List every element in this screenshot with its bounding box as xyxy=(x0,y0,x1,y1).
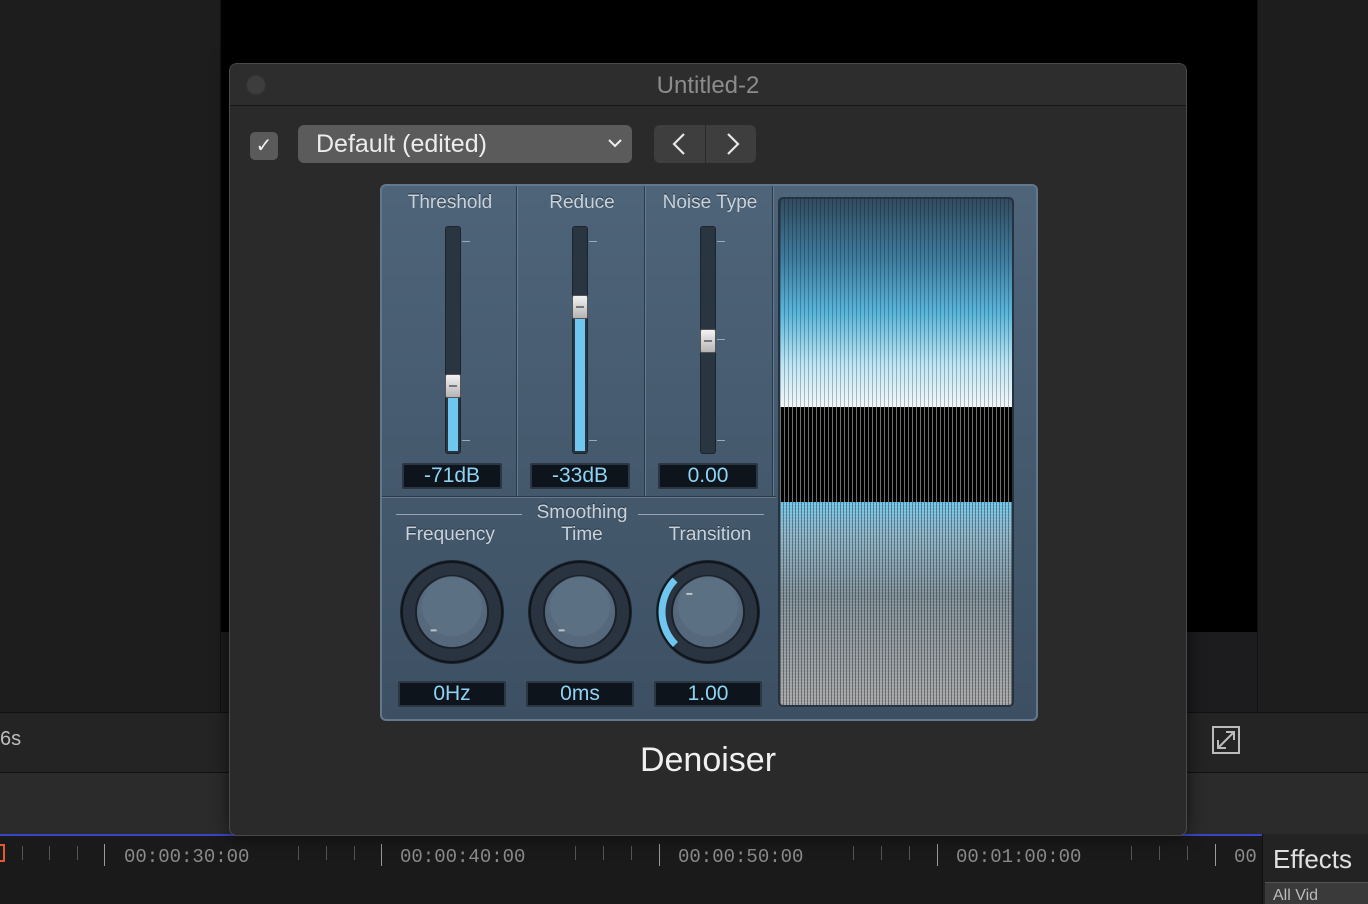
ruler-label: 00 xyxy=(1234,846,1257,868)
noise-type-label: Noise Type xyxy=(662,192,758,213)
noise-spectrum-display xyxy=(778,197,1014,707)
effects-title: Effects xyxy=(1273,844,1353,874)
chevron-down-icon xyxy=(608,139,622,148)
noise-type-slider[interactable] xyxy=(700,226,716,454)
time-label: Time xyxy=(561,524,603,545)
browser-pane xyxy=(0,0,221,712)
duration-label: 6s xyxy=(0,728,22,750)
slider-handle[interactable] xyxy=(445,373,461,398)
threshold-label: Threshold xyxy=(407,192,493,213)
previous-preset-button[interactable] xyxy=(654,125,705,163)
effects-category-item[interactable]: All Vid xyxy=(1265,882,1368,904)
window-titlebar[interactable]: Untitled-2 xyxy=(230,64,1186,106)
ruler-label: 00:00:50:00 xyxy=(678,846,804,868)
window-title: Untitled-2 xyxy=(656,72,760,99)
ruler-label: 00:00:30:00 xyxy=(124,846,250,868)
preset-dropdown[interactable]: Default (edited) xyxy=(298,125,632,163)
reduce-value[interactable]: -33dB xyxy=(530,463,630,489)
slider-handle[interactable] xyxy=(572,295,588,320)
plugin-name-label: Denoiser xyxy=(639,741,777,779)
fullscreen-icon[interactable] xyxy=(1210,724,1242,756)
time-value[interactable]: 0ms xyxy=(526,681,634,707)
threshold-value[interactable]: -71dB xyxy=(402,463,502,489)
ruler-label: 00:01:00:00 xyxy=(956,846,1082,868)
reduce-slider[interactable] xyxy=(572,226,588,454)
ruler-label: 00:00:40:00 xyxy=(400,846,526,868)
threshold-slider[interactable] xyxy=(445,226,461,454)
smoothing-group-label: Smoothing xyxy=(536,502,628,523)
preset-dropdown-value: Default (edited) xyxy=(316,130,487,158)
time-knob[interactable] xyxy=(526,558,634,666)
chevron-left-icon xyxy=(672,133,685,155)
playhead-marker[interactable] xyxy=(0,844,5,862)
slider-fill xyxy=(575,305,585,451)
frequency-value[interactable]: 0Hz xyxy=(398,681,506,707)
frequency-label: Frequency xyxy=(405,524,495,545)
plugin-enable-checkbox[interactable]: ✓ xyxy=(250,132,278,160)
slider-handle[interactable] xyxy=(700,329,716,353)
transition-knob[interactable] xyxy=(654,558,762,666)
chevron-right-icon xyxy=(727,133,740,155)
effects-browser: Effects All Vid xyxy=(1262,834,1368,904)
transition-value[interactable]: 1.00 xyxy=(654,681,762,707)
inspector-pane xyxy=(1257,0,1368,712)
frequency-knob[interactable] xyxy=(398,558,506,666)
plugin-window: Untitled-2 ✓ Default (edited) Threshold … xyxy=(229,63,1187,836)
transition-label: Transition xyxy=(668,524,752,545)
noise-type-value[interactable]: 0.00 xyxy=(658,463,758,489)
preset-navigation xyxy=(654,125,756,163)
next-preset-button[interactable] xyxy=(705,125,756,163)
reduce-label: Reduce xyxy=(549,192,615,213)
timeline-ruler[interactable] xyxy=(0,834,1262,904)
denoiser-panel: Threshold Reduce Noise Type -71dB -33dB … xyxy=(380,184,1038,721)
